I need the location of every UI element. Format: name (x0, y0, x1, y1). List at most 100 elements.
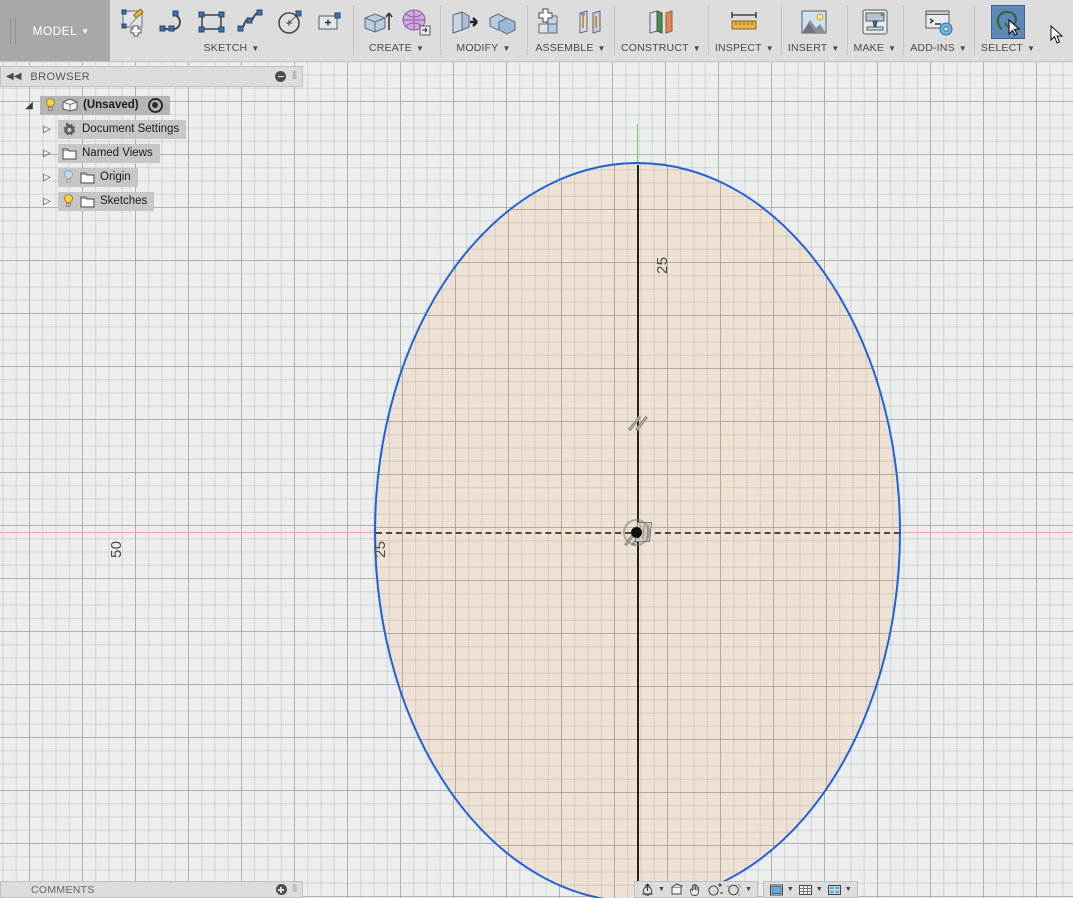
gear-icon (62, 122, 77, 137)
tree-item-label: Named Views (82, 147, 153, 159)
sketch-center-point[interactable] (631, 527, 642, 538)
chevron-down-icon[interactable]: ▼ (787, 886, 794, 893)
toolbar-label-sketch: SKETCH ▼ (203, 42, 260, 54)
chevron-down-icon: ▼ (692, 43, 701, 53)
toolbar-group-select: SELECT ▼ (973, 0, 1042, 61)
parallel-constraint-upper-icon[interactable] (628, 415, 650, 432)
chevron-down-icon: ▼ (502, 43, 511, 53)
navbar-group-viewtools: ▼ ▼ (634, 881, 758, 898)
chevron-down-icon[interactable]: ▼ (816, 886, 823, 893)
tree-item-named-views[interactable]: ▷ Named Views (0, 141, 303, 165)
chevron-down-icon: ▼ (958, 43, 967, 53)
collapse-left-icon[interactable]: ◀◀ (6, 71, 21, 82)
toolbar-label-addins: ADD-INS ▼ (910, 42, 967, 54)
zoom-icon[interactable] (705, 882, 725, 897)
panel-drag-handle[interactable]: ⦀ (293, 884, 297, 895)
dimension-label-top[interactable]: 25 (654, 257, 671, 274)
visibility-bulb-icon[interactable] (44, 98, 57, 112)
combine-icon[interactable] (486, 5, 520, 39)
look-at-icon[interactable] (667, 882, 686, 897)
chevron-down-icon[interactable]: ▼ (745, 886, 752, 893)
scripts-addins-icon[interactable] (922, 5, 956, 39)
toolbar-label-make: MAKE ▼ (853, 42, 897, 54)
chevron-down-icon: ▼ (765, 43, 774, 53)
new-component-icon[interactable] (534, 5, 568, 39)
rectangle-icon[interactable] (195, 5, 229, 39)
browser-panel-title: BROWSER (30, 70, 91, 83)
toolbar-label-insert: INSERT ▼ (787, 42, 840, 54)
fit-icon[interactable] (725, 883, 744, 897)
tree-item-document-settings[interactable]: ▷ Document Settings (0, 117, 303, 141)
point-icon[interactable] (312, 5, 346, 39)
chevron-down-icon[interactable]: ▼ (658, 886, 665, 893)
dimension-label-inner[interactable]: 25 (372, 541, 389, 558)
spline-icon[interactable] (234, 5, 268, 39)
comments-panel-title: COMMENTS (31, 883, 95, 896)
arc-icon[interactable] (156, 5, 190, 39)
pan-icon[interactable] (686, 883, 705, 897)
navbar-group-display: ▼ ▼ ▼ (762, 881, 858, 898)
chevron-down-icon[interactable]: ▼ (845, 886, 852, 893)
cube-icon (62, 98, 78, 112)
target-dot-icon[interactable] (147, 97, 163, 113)
viewports-icon[interactable] (825, 883, 844, 897)
expand-arrow-icon[interactable]: ◢ (18, 100, 40, 111)
toolbar-grip (10, 18, 16, 44)
workspace-tab-model[interactable]: MODEL ▼ (0, 0, 110, 61)
toolbar-label-modify: MODIFY ▼ (456, 42, 511, 54)
select-lasso-icon[interactable] (991, 5, 1025, 39)
visibility-bulb-icon[interactable] (62, 170, 75, 184)
mesh-icon[interactable] (399, 5, 433, 39)
grid-snaps-icon[interactable] (796, 883, 815, 897)
panel-drag-handle[interactable]: ⦀ (292, 70, 297, 83)
insert-image-icon[interactable] (797, 5, 831, 39)
3d-print-icon[interactable] (858, 5, 892, 39)
toolbar-label-assemble: ASSEMBLE ▼ (535, 42, 606, 54)
collapse-arrow-icon[interactable]: ▷ (36, 196, 58, 207)
comments-panel-header[interactable]: COMMENTS ⦀ (0, 881, 303, 898)
tree-item-origin[interactable]: ▷ Origin (0, 165, 303, 189)
measure-icon[interactable] (727, 5, 761, 39)
visibility-bulb-icon[interactable] (62, 194, 75, 208)
display-settings-icon[interactable] (767, 883, 786, 897)
minimize-icon[interactable] (275, 71, 287, 82)
folder-icon (62, 147, 77, 160)
collapse-arrow-icon[interactable]: ▷ (36, 148, 58, 159)
press-pull-icon[interactable] (447, 5, 481, 39)
chevron-down-icon: ▼ (831, 43, 840, 53)
create-sketch-icon[interactable] (117, 5, 151, 39)
workspace-tab-label: MODEL (32, 23, 78, 38)
toolbar-group-addins: ADD-INS ▼ (903, 0, 974, 61)
navigation-bar: ▼ ▼ ▼ ▼ ▼ (634, 881, 858, 898)
browser-panel-header: ◀◀ BROWSER ⦀ (0, 66, 303, 87)
chevron-down-icon: ▼ (251, 43, 260, 53)
toolbar-group-construct: CONSTRUCT ▼ (614, 0, 708, 61)
tree-item-unsaved[interactable]: ◢ (Unsaved) (0, 93, 303, 117)
collapse-arrow-icon[interactable]: ▷ (36, 124, 58, 135)
tree-item-label: (Unsaved) (83, 99, 139, 111)
tree-item-sketches[interactable]: ▷ Sketches (0, 189, 303, 213)
toolbar-group-assemble: ASSEMBLE ▼ (527, 0, 614, 61)
toolbar-group-sketch: SKETCH ▼ (110, 0, 353, 61)
toolbar-label-create: CREATE ▼ (368, 42, 425, 54)
orbit-icon[interactable] (638, 883, 657, 897)
main-toolbar: MODEL ▼ SKETCH ▼ CREATE ▼ MODIFY ▼ ASSEM… (0, 0, 1073, 62)
toolbar-group-insert: INSERT ▼ (780, 0, 847, 61)
toolbar-group-inspect: INSPECT ▼ (707, 0, 781, 61)
circle-icon[interactable] (273, 5, 307, 39)
toolbar-label-select: SELECT ▼ (980, 42, 1036, 54)
fusion360-window: 25 50 25 MODEL ▼ SKETCH ▼ CREATE ▼ MODIF… (0, 0, 1073, 898)
dimension-label-left[interactable]: 50 (108, 541, 125, 558)
toolbar-group-make: MAKE ▼ (846, 0, 904, 61)
toolbar-group-modify: MODIFY ▼ (440, 0, 527, 61)
tree-item-label: Origin (100, 171, 131, 183)
add-comment-icon[interactable] (275, 884, 287, 895)
tree-item-label: Document Settings (82, 123, 180, 135)
toolbar-label-inspect: INSPECT ▼ (714, 42, 774, 54)
folder-icon (80, 195, 95, 208)
extrude-icon[interactable] (360, 5, 394, 39)
joint-icon[interactable] (573, 5, 607, 39)
collapse-arrow-icon[interactable]: ▷ (36, 172, 58, 183)
folder-icon (80, 171, 95, 184)
offset-plane-icon[interactable] (644, 5, 678, 39)
